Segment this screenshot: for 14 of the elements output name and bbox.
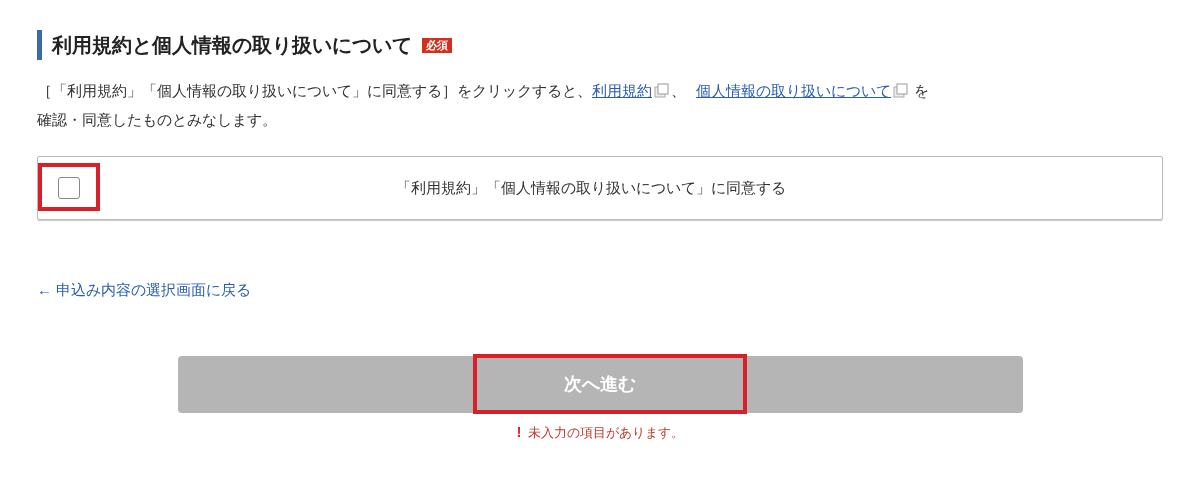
- heading-accent-bar: [37, 30, 42, 60]
- required-badge: 必須: [422, 37, 452, 53]
- highlight-frame: [38, 163, 100, 211]
- external-window-icon: [654, 83, 669, 98]
- checkbox[interactable]: [58, 177, 80, 199]
- terms-link[interactable]: 利用規約: [592, 82, 652, 99]
- external-window-icon: [893, 83, 908, 98]
- intro-paragraph: ［「利用規約」「個人情報の取り扱いについて」に同意する］をクリックすると、利用規約 、 個人情報の取り扱いについて を 確認・同意したものとみなします。: [37, 81, 931, 130]
- error-message: 未入力の項目があります。: [527, 423, 684, 442]
- back-link[interactable]: ← 申込み内容の選択画面に戻る: [37, 281, 252, 298]
- privacy-link[interactable]: 個人情報の取り扱いについて: [696, 82, 891, 99]
- section-title: 利用規約と個人情報の取り扱いについて: [52, 33, 412, 58]
- warning-icon: !: [516, 421, 522, 444]
- agreement-label[interactable]: 「利用規約」「個人情報の取り扱いについて」に同意する: [80, 176, 1162, 200]
